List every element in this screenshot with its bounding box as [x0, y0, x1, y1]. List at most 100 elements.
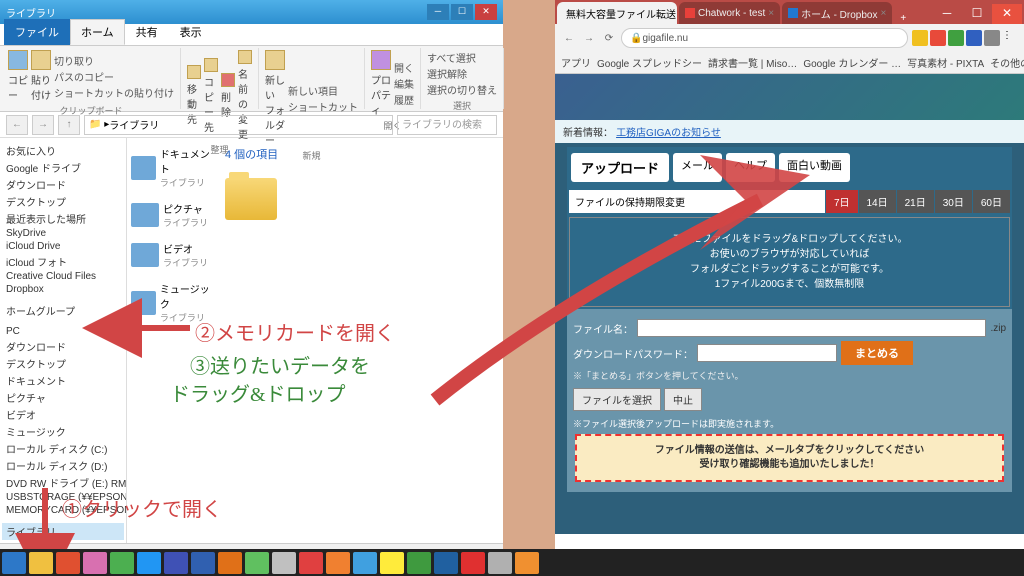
forward-button[interactable]: →: [32, 115, 54, 135]
ext-icon[interactable]: [966, 30, 982, 46]
taskbar-item[interactable]: [434, 552, 458, 574]
tree-item[interactable]: ホームグループ: [2, 302, 124, 319]
content-pane[interactable]: 4 個の項目: [217, 138, 503, 543]
reload-icon[interactable]: ⟳: [601, 33, 617, 44]
bookmark-item[interactable]: アプリ: [561, 55, 591, 70]
taskbar-item[interactable]: [380, 552, 404, 574]
minimize-button[interactable]: ─: [932, 4, 962, 24]
taskbar-item[interactable]: [110, 552, 134, 574]
taskbar-item[interactable]: [245, 552, 269, 574]
taskbar[interactable]: [0, 549, 1024, 576]
bookmark-item[interactable]: その他のブック: [990, 55, 1024, 70]
tree-item[interactable]: DVD RW ドライブ (E:) RM200QC Sync 1.4: [2, 474, 124, 491]
new-tab-button[interactable]: +: [894, 13, 912, 24]
bookmark-item[interactable]: 請求書一覧 | Miso…: [708, 55, 797, 70]
retention-option[interactable]: 7日: [826, 190, 858, 213]
library-item[interactable]: ミュージックライブラリ: [131, 281, 213, 324]
taskbar-item[interactable]: [515, 552, 539, 574]
tree-item[interactable]: ダウンロード: [2, 176, 124, 193]
tree-item[interactable]: MEMORYCARD (¥¥EPSONFAB86A) (Z:): [2, 504, 124, 517]
tree-item[interactable]: SkyDrive: [2, 227, 124, 240]
tree-item[interactable]: 最近表示した場所: [2, 210, 124, 227]
tree-item[interactable]: Creative Cloud Files: [2, 270, 124, 283]
taskbar-item[interactable]: [461, 552, 485, 574]
ext-icon[interactable]: [930, 30, 946, 46]
cancel-button[interactable]: 中止: [664, 388, 702, 411]
tab-help[interactable]: ヘルプ: [726, 153, 775, 182]
library-item[interactable]: ビデオライブラリ: [131, 241, 213, 269]
tree-item[interactable]: iCloud Drive: [2, 240, 124, 253]
tree-item[interactable]: ローカル ディスク (D:): [2, 457, 124, 474]
move-icon[interactable]: [187, 65, 201, 79]
close-button[interactable]: ✕: [475, 4, 497, 20]
minimize-button[interactable]: ─: [427, 4, 449, 20]
delete-icon[interactable]: [221, 73, 235, 87]
tree-item[interactable]: ピクチャ: [2, 389, 124, 406]
tree-item[interactable]: ビデオ: [2, 406, 124, 423]
tree-item[interactable]: ミュージック: [2, 423, 124, 440]
taskbar-item[interactable]: [272, 552, 296, 574]
tree-item[interactable]: ローカル ディスク (C:): [2, 440, 124, 457]
tree-item[interactable]: ライブラリ: [2, 523, 124, 540]
ext-icon[interactable]: [912, 30, 928, 46]
tree-item[interactable]: デスクトップ: [2, 193, 124, 210]
tree-item[interactable]: Dropbox: [2, 283, 124, 296]
select-file-button[interactable]: ファイルを選択: [573, 388, 661, 411]
bookmark-item[interactable]: 写真素材 - PIXTA: [907, 55, 984, 70]
taskbar-item[interactable]: [2, 552, 26, 574]
tree-item[interactable]: お気に入り: [2, 142, 124, 159]
taskbar-item[interactable]: [353, 552, 377, 574]
taskbar-item[interactable]: [56, 552, 80, 574]
tree-item[interactable]: ドキュメント: [2, 540, 124, 543]
password-input[interactable]: [697, 344, 837, 362]
retention-option[interactable]: 21日: [897, 190, 934, 213]
filename-input[interactable]: [637, 319, 986, 337]
tab-mail[interactable]: メール: [673, 153, 722, 182]
folder-icon[interactable]: [225, 178, 277, 220]
path-field[interactable]: 📁 ▸ ライブラリ: [84, 115, 393, 135]
paste-icon[interactable]: [31, 50, 51, 70]
tree-item[interactable]: ダウンロード: [2, 338, 124, 355]
tab-upload[interactable]: アップロード: [571, 153, 669, 182]
tree-item[interactable]: PC: [2, 325, 124, 338]
maximize-button[interactable]: ☐: [962, 4, 992, 24]
back-icon[interactable]: ←: [561, 33, 577, 44]
taskbar-item[interactable]: [299, 552, 323, 574]
taskbar-item[interactable]: [326, 552, 350, 574]
taskbar-item[interactable]: [191, 552, 215, 574]
retention-option[interactable]: 60日: [973, 190, 1010, 213]
news-link[interactable]: 工務店GIGAのお知らせ: [616, 128, 721, 139]
copy-icon[interactable]: [8, 50, 28, 70]
bookmark-item[interactable]: Google カレンダー …: [803, 55, 901, 70]
up-button[interactable]: ↑: [58, 115, 80, 135]
taskbar-item[interactable]: [488, 552, 512, 574]
tree-item[interactable]: ドキュメント: [2, 372, 124, 389]
retention-option[interactable]: 30日: [935, 190, 972, 213]
taskbar-item[interactable]: [83, 552, 107, 574]
forward-icon[interactable]: →: [581, 33, 597, 44]
tree-item[interactable]: USBSTORAGE (¥¥EPSONFAB86A) (Y:): [2, 491, 124, 504]
taskbar-item[interactable]: [137, 552, 161, 574]
tree-item[interactable]: Google ドライブ: [2, 159, 124, 176]
retention-option[interactable]: 14日: [859, 190, 896, 213]
tab-share[interactable]: 共有: [125, 19, 169, 45]
taskbar-item[interactable]: [29, 552, 53, 574]
tab-view[interactable]: 表示: [169, 19, 213, 45]
bookmark-item[interactable]: Google スプレッドシー: [597, 55, 702, 70]
search-input[interactable]: ライブラリの検索: [397, 115, 497, 135]
back-button[interactable]: ←: [6, 115, 28, 135]
close-button[interactable]: ✕: [992, 4, 1022, 24]
tab-home[interactable]: ホーム: [70, 19, 125, 45]
ext-icon[interactable]: [948, 30, 964, 46]
tree-item[interactable]: iCloud フォト: [2, 253, 124, 270]
ext-icon[interactable]: [984, 30, 1000, 46]
taskbar-item[interactable]: [218, 552, 242, 574]
props-icon[interactable]: [371, 50, 391, 70]
new-folder-icon[interactable]: [265, 50, 285, 70]
taskbar-item[interactable]: [407, 552, 431, 574]
browser-tab[interactable]: 無料大容量ファイル転送・オンライン×: [557, 2, 677, 24]
library-item[interactable]: ピクチャライブラリ: [131, 201, 213, 229]
url-field[interactable]: 🔒 gigafile.nu: [621, 28, 908, 48]
bundle-button[interactable]: まとめる: [841, 341, 913, 365]
maximize-button[interactable]: ☐: [451, 4, 473, 20]
